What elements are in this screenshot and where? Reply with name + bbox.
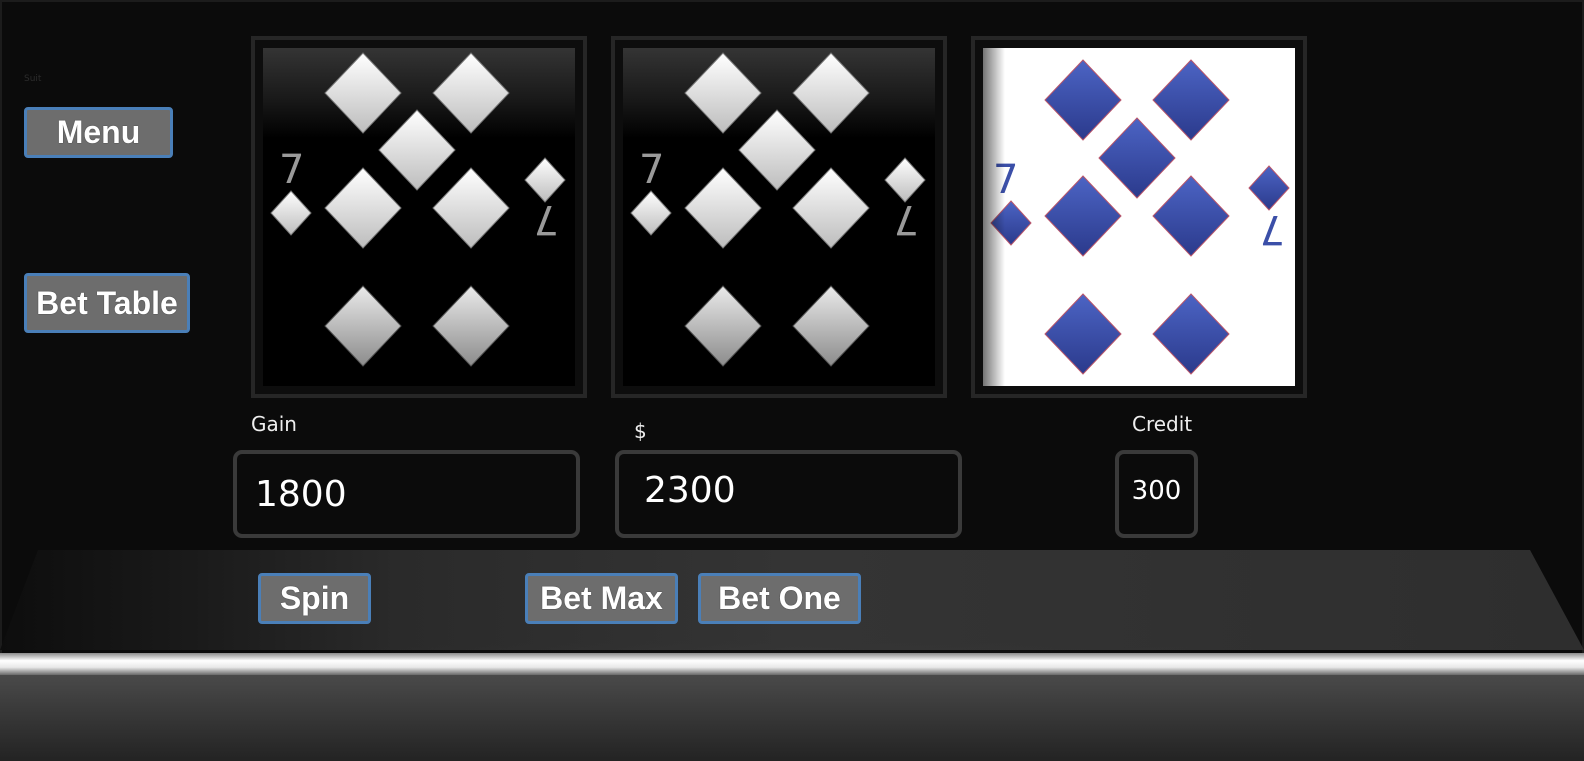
money-field: 2300 <box>615 450 962 538</box>
bet-max-button[interactable]: Bet Max <box>525 573 678 624</box>
seven-of-diamonds-card-icon: 7 7 <box>623 48 935 367</box>
seven-of-diamonds-card-icon: 7 7 <box>263 48 575 367</box>
bet-one-button[interactable]: Bet One <box>698 573 861 624</box>
reel-2: 7 7 <box>611 36 947 398</box>
gain-field: 1800 <box>233 450 580 538</box>
gain-label: Gain <box>251 412 297 436</box>
reel-3-card: 7 7 <box>983 48 1295 386</box>
money-label: $ <box>634 419 647 443</box>
svg-text:7: 7 <box>279 147 304 193</box>
reel-1: 7 7 <box>251 36 587 398</box>
svg-text:7: 7 <box>1260 206 1285 252</box>
svg-text:7: 7 <box>894 196 919 242</box>
bet-table-button[interactable]: Bet Table <box>24 273 190 333</box>
tiny-label: Suit <box>24 74 42 84</box>
credit-field: 300 <box>1115 450 1198 538</box>
reel-2-card: 7 7 <box>623 48 935 386</box>
reel-3: 7 7 <box>971 36 1307 398</box>
seven-of-diamonds-card-icon: 7 7 <box>983 48 1290 386</box>
reel-1-card: 7 7 <box>263 48 575 386</box>
svg-text:7: 7 <box>534 196 559 242</box>
svg-text:7: 7 <box>639 147 664 193</box>
menu-button[interactable]: Menu <box>24 107 173 158</box>
spin-button[interactable]: Spin <box>258 573 371 624</box>
credit-label: Credit <box>1132 412 1193 436</box>
